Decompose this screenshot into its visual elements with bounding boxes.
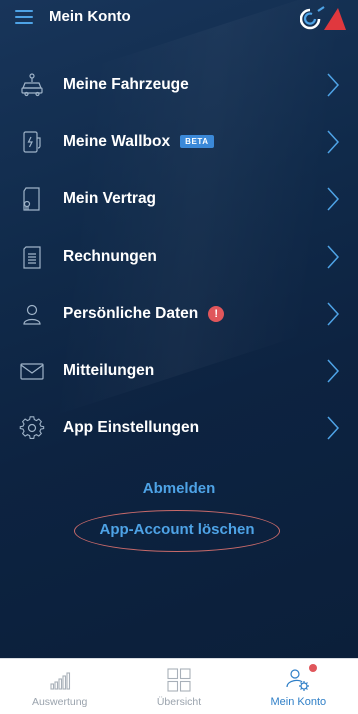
chevron-right-icon — [327, 302, 340, 326]
tab-label: Auswertung — [31, 696, 88, 708]
tab-uebersicht[interactable]: Übersicht — [119, 659, 238, 714]
menu-item-invoices[interactable]: Rechnungen — [0, 228, 358, 285]
chevron-right-icon — [327, 245, 340, 269]
menu-item-wallbox[interactable]: Meine Wallbox BETA — [0, 113, 358, 170]
tab-label: Übersicht — [156, 696, 202, 708]
delete-account-link[interactable]: App-Account löschen — [74, 521, 280, 538]
tab-mein-konto[interactable]: Mein Konto — [239, 659, 358, 714]
contract-document-icon — [23, 187, 40, 211]
invoice-icon — [23, 245, 41, 269]
wallbox-charger-icon — [23, 131, 41, 153]
logout-link[interactable]: Abmelden — [0, 480, 358, 497]
tab-label: Mein Konto — [270, 696, 327, 708]
beta-badge: BETA — [180, 135, 214, 149]
car-icon — [21, 73, 43, 96]
chevron-right-icon — [327, 187, 340, 211]
header: Mein Konto — [0, 0, 358, 34]
menu-item-label: Mitteilungen — [63, 362, 155, 380]
menu-item-label: Rechnungen — [63, 247, 157, 265]
brand-logo-icon — [300, 6, 346, 30]
hamburger-menu-icon[interactable] — [15, 10, 33, 24]
menu-item-messages[interactable]: Mitteilungen — [0, 342, 358, 399]
chevron-right-icon — [327, 359, 340, 383]
notification-dot — [308, 664, 317, 672]
user-settings-icon — [286, 669, 310, 691]
chevron-right-icon — [327, 73, 340, 97]
bar-chart-icon — [50, 672, 70, 690]
tab-auswertung[interactable]: Auswertung — [0, 659, 119, 714]
grid-icon — [167, 668, 191, 692]
envelope-icon — [20, 363, 44, 380]
menu-item-contract[interactable]: Mein Vertrag — [0, 171, 358, 228]
menu-item-label: Persönliche Daten ! — [63, 305, 225, 323]
main-screen: Mein Konto Meine Fahrzeuge Meine Wallbox… — [0, 0, 358, 658]
account-menu: Meine Fahrzeuge Meine Wallbox BETA Mein … — [0, 56, 358, 457]
menu-item-label: Meine Fahrzeuge — [63, 75, 189, 93]
menu-item-label: Meine Wallbox BETA — [63, 133, 214, 151]
menu-item-personal-data[interactable]: Persönliche Daten ! — [0, 285, 358, 342]
user-icon — [23, 304, 41, 325]
menu-item-label: App Einstellungen — [63, 419, 200, 437]
menu-item-app-settings[interactable]: App Einstellungen — [0, 400, 358, 457]
alert-badge: ! — [208, 305, 225, 322]
chevron-right-icon — [327, 130, 340, 154]
page-title: Mein Konto — [49, 8, 131, 25]
menu-item-label: Mein Vertrag — [63, 190, 157, 208]
menu-item-vehicles[interactable]: Meine Fahrzeuge — [0, 56, 358, 113]
bottom-tab-bar: Auswertung Übersicht Mein Konto — [0, 658, 358, 714]
chevron-right-icon — [327, 416, 340, 440]
gear-icon — [19, 416, 45, 440]
delete-account-area: App-Account löschen — [74, 510, 280, 552]
